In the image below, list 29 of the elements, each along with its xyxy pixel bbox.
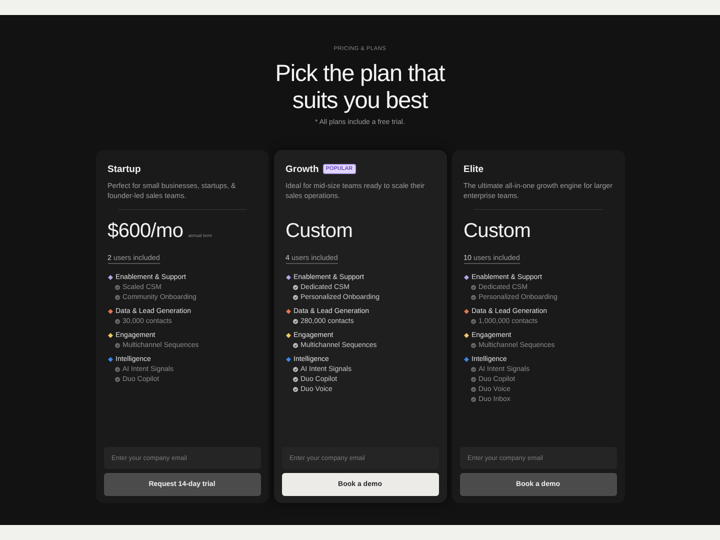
check-circle-icon <box>292 343 298 348</box>
check-circle-icon <box>470 377 476 382</box>
check-circle-icon <box>114 295 120 300</box>
check-circle-icon <box>292 367 298 372</box>
plan-price: $600/mo <box>108 220 184 243</box>
plan-name: Startup <box>108 164 141 174</box>
check-circle-icon <box>292 377 298 382</box>
check-circle-icon <box>470 343 476 348</box>
check-circle-icon <box>470 295 476 300</box>
check-circle-icon <box>470 367 476 372</box>
headline: suits you best <box>291 87 430 114</box>
check-circle-icon <box>114 343 120 348</box>
plan-price: Custom <box>464 220 531 243</box>
check-circle-icon <box>470 285 476 290</box>
check-circle-icon <box>114 285 120 290</box>
plan-name: Elite <box>464 164 484 174</box>
check-circle-icon <box>114 377 120 382</box>
check-circle-icon <box>292 285 298 290</box>
check-circle-icon <box>292 387 298 392</box>
check-circle-icon <box>470 319 476 324</box>
plan-name: Growth <box>286 164 319 174</box>
check-circle-icon <box>292 319 298 324</box>
check-circle-icon <box>114 319 120 324</box>
headline: Pick the plan that <box>275 60 445 87</box>
check-circle-icon <box>470 387 476 392</box>
check-circle-icon <box>292 295 298 300</box>
check-circle-icon <box>470 397 476 402</box>
plan-price: Custom <box>286 220 353 243</box>
check-circle-icon <box>114 367 120 372</box>
